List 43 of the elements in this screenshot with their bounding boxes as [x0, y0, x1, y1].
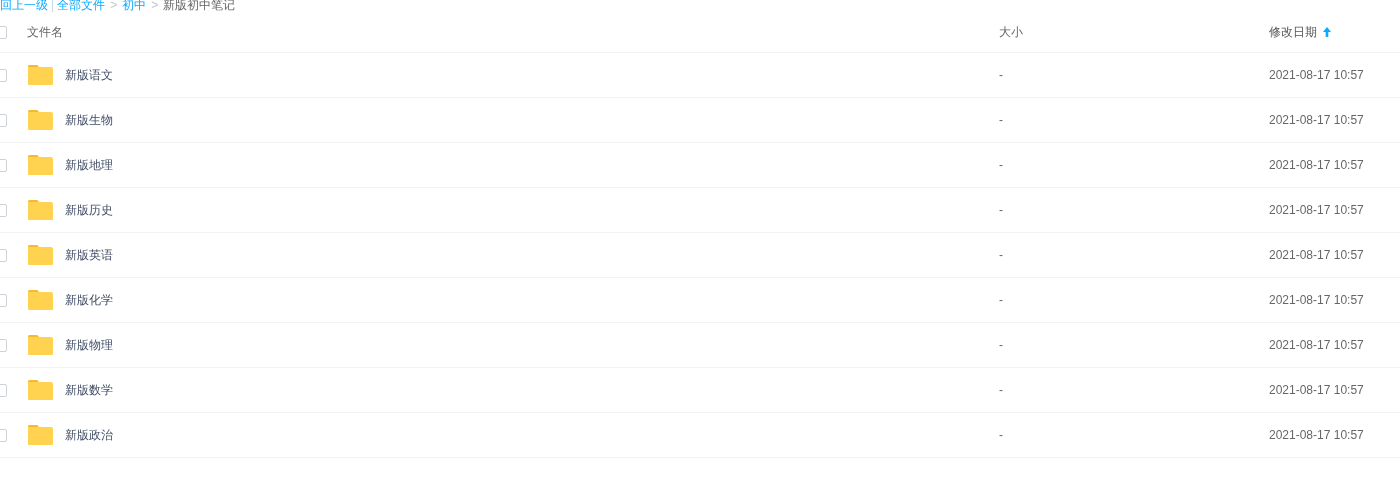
file-size: - — [999, 293, 1003, 307]
file-name[interactable]: 新版历史 — [65, 201, 113, 219]
breadcrumb-divider: | — [51, 0, 55, 14]
file-name[interactable]: 新版生物 — [65, 111, 113, 129]
folder-icon — [27, 109, 54, 131]
folder-icon — [27, 379, 54, 401]
file-size: - — [999, 158, 1003, 172]
sort-arrow-icon[interactable] — [1323, 27, 1331, 37]
breadcrumb-separator: > — [151, 0, 159, 14]
file-size: - — [999, 113, 1003, 127]
file-name[interactable]: 新版化学 — [65, 291, 113, 309]
modified-date: 2021-08-17 10:57 — [1269, 248, 1364, 262]
modified-date: 2021-08-17 10:57 — [1269, 113, 1364, 127]
folder-icon — [27, 289, 54, 311]
modified-date: 2021-08-17 10:57 — [1269, 158, 1364, 172]
file-name[interactable]: 新版数学 — [65, 381, 113, 399]
file-size: - — [999, 203, 1003, 217]
column-header[interactable]: 大小 — [999, 23, 1023, 41]
file-name[interactable]: 新版语文 — [65, 66, 113, 84]
breadcrumb-separator: > — [110, 0, 118, 14]
file-size: - — [999, 383, 1003, 397]
folder-icon — [27, 424, 54, 446]
file-size: - — [999, 248, 1003, 262]
file-name[interactable]: 新版地理 — [65, 156, 113, 174]
modified-date: 2021-08-17 10:57 — [1269, 203, 1364, 217]
folder-icon — [27, 199, 54, 221]
file-size: - — [999, 338, 1003, 352]
file-name[interactable]: 新版物理 — [65, 336, 113, 354]
file-size: - — [999, 68, 1003, 82]
folder-icon — [27, 334, 54, 356]
column-header[interactable]: 修改日期 — [1269, 23, 1317, 41]
modified-date: 2021-08-17 10:57 — [1269, 428, 1364, 442]
file-size: - — [999, 428, 1003, 442]
column-header[interactable]: 文件名 — [27, 23, 63, 41]
file-name[interactable]: 新版英语 — [65, 246, 113, 264]
modified-date: 2021-08-17 10:57 — [1269, 383, 1364, 397]
folder-icon — [27, 64, 54, 86]
modified-date: 2021-08-17 10:57 — [1269, 293, 1364, 307]
modified-date: 2021-08-17 10:57 — [1269, 68, 1364, 82]
folder-icon — [27, 244, 54, 266]
modified-date: 2021-08-17 10:57 — [1269, 338, 1364, 352]
file-name[interactable]: 新版政治 — [65, 426, 113, 444]
folder-icon — [27, 154, 54, 176]
